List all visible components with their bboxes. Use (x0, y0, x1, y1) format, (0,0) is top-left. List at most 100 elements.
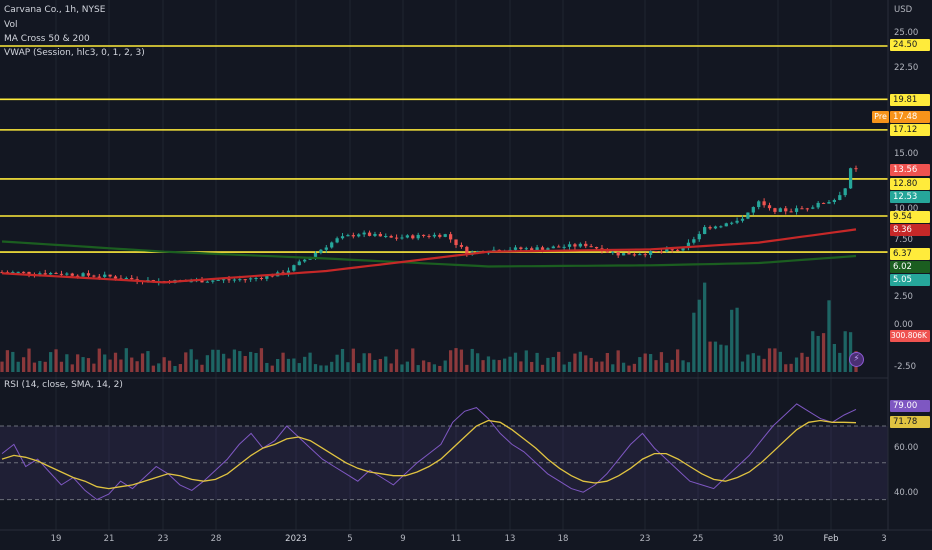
ma-cross-legend[interactable]: MA Cross 50 & 200 (4, 34, 90, 44)
volume-bar (5, 350, 10, 372)
volume-bar (778, 351, 782, 372)
volume-bar (238, 351, 242, 372)
volume-bar (454, 348, 458, 372)
volume-badge: 300.806K (890, 330, 930, 342)
volume-bar (530, 361, 534, 372)
volume-bar (151, 365, 155, 372)
candle-body (49, 272, 53, 275)
candle-body (513, 247, 518, 250)
volume-bar (611, 364, 615, 372)
candle-body (616, 251, 620, 256)
volume-bar (643, 353, 647, 372)
volume-bar (751, 353, 755, 372)
candle-body (416, 234, 420, 239)
volume-bar (32, 362, 37, 372)
candle-body (21, 271, 26, 273)
candle-body (724, 223, 728, 227)
candle-body (108, 274, 112, 277)
candle-body (557, 246, 561, 248)
volume-bar (589, 357, 593, 372)
volume-bar (249, 351, 253, 372)
volume-bar (130, 357, 134, 372)
candle-body (351, 235, 355, 237)
candle-body (59, 273, 64, 275)
volume-bar (492, 359, 496, 372)
volume-bar (621, 362, 626, 372)
volume-bar (227, 358, 231, 372)
vwap-legend[interactable]: VWAP (Session, hlc3, 0, 1, 2, 3) (4, 48, 145, 58)
level-badge-17-12[interactable]: 17.12 (890, 124, 930, 136)
candle-body (746, 212, 750, 219)
candle-body (773, 208, 777, 212)
volume-bar (573, 353, 577, 372)
volume-bar (232, 349, 237, 372)
time-tick: 25 (692, 534, 704, 544)
candle-body (38, 273, 42, 275)
candle-body (130, 278, 134, 280)
currency-label: USD (894, 5, 913, 15)
volume-bar (43, 361, 47, 372)
price-tick: -2.50 (894, 362, 916, 372)
volume-bar (243, 356, 247, 372)
vwap-price-badge: 12.53 (890, 191, 930, 203)
volume-bar (65, 354, 69, 372)
candle-body (589, 246, 593, 248)
volume-bar (632, 363, 637, 372)
level-badge-19-81[interactable]: 19.81 (890, 94, 930, 106)
price-chart[interactable] (0, 0, 932, 550)
volume-bar (76, 354, 80, 372)
candle-body (638, 254, 642, 256)
candle-body (249, 278, 253, 280)
lightning-icon[interactable]: ⚡ (849, 352, 864, 367)
volume-bar (648, 354, 653, 372)
volume-bar (465, 364, 469, 372)
volume-bar (108, 359, 112, 372)
volume-bar (119, 359, 123, 372)
time-tick: 19 (50, 534, 62, 544)
rsi-legend[interactable]: RSI (14, close, SMA, 14, 2) (4, 380, 123, 390)
volume-bar (340, 348, 345, 372)
level-badge-24-50[interactable]: 24.50 (890, 39, 930, 51)
time-tick: 21 (103, 534, 115, 544)
candle-body (730, 222, 734, 224)
volume-bar (292, 358, 296, 372)
pre-market-tag: Pre (872, 111, 889, 123)
candle-body (594, 246, 599, 249)
vwap-lower-badge: 5.05 (890, 274, 930, 286)
level-badge-9-54[interactable]: 9.54 (890, 211, 930, 223)
volume-bar (411, 348, 415, 372)
volume-bar (286, 358, 291, 372)
volume-bar (421, 360, 426, 372)
volume-bar (692, 312, 696, 372)
candle-body (535, 247, 539, 251)
candle-body (713, 226, 718, 229)
volume-bar (686, 362, 691, 372)
symbol-legend[interactable]: Carvana Co., 1h, NYSE (4, 5, 105, 15)
candle-body (648, 251, 653, 255)
volume-bar (221, 353, 226, 372)
level-badge-6-37[interactable]: 6.37 (890, 248, 930, 260)
volume-bar (21, 357, 26, 372)
candle-body (227, 279, 231, 281)
candle-body (400, 237, 404, 239)
volume-bar (362, 353, 366, 372)
volume-bar (627, 365, 631, 372)
volume-legend[interactable]: Vol (4, 20, 17, 30)
candle-body (232, 279, 237, 281)
level-badge-12-80[interactable]: 12.80 (890, 178, 930, 190)
candle-body (384, 235, 388, 237)
volume-bar (384, 356, 388, 372)
candle-body (438, 234, 442, 237)
volume-bar (600, 361, 604, 372)
volume-bar (216, 349, 220, 372)
volume-bar (113, 352, 118, 372)
volume-bar (405, 361, 410, 372)
volume-bar (676, 349, 680, 372)
candle-body (551, 246, 555, 249)
time-tick: 28 (210, 534, 222, 544)
volume-bar (373, 359, 377, 372)
volume-bar (513, 352, 518, 372)
volume-bar (497, 360, 501, 372)
volume-bar (670, 359, 674, 372)
candle-body (362, 232, 366, 235)
